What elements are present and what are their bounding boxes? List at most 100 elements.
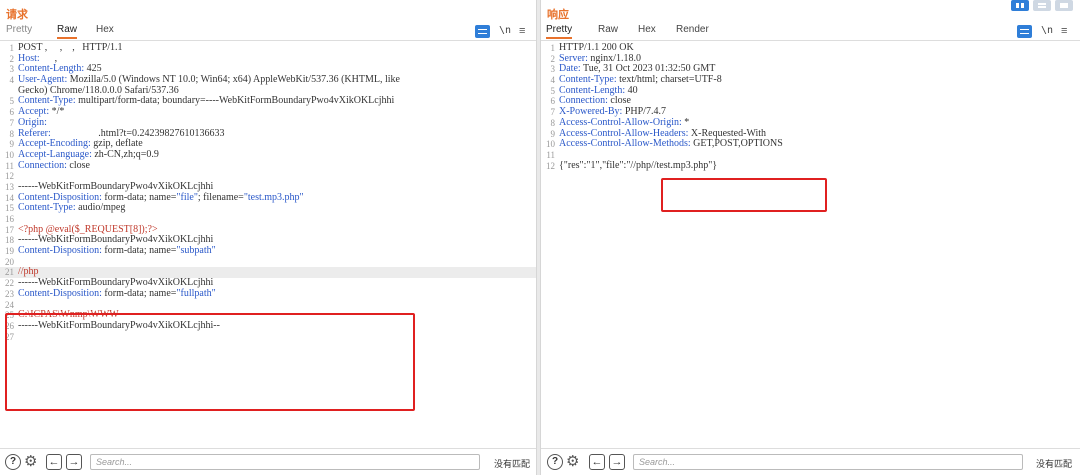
newline-toggle-icon[interactable]: \n xyxy=(499,25,511,36)
code-line: 20 xyxy=(0,257,536,268)
layout-stack-icon[interactable] xyxy=(1033,0,1051,11)
menu-icon[interactable]: ≡ xyxy=(1061,25,1067,37)
line-number: 7 xyxy=(9,117,15,128)
response-pane: 响应 Pretty Raw Hex Render \n ≡ 1 HTTP/1.1 … xyxy=(541,0,1080,475)
request-editor[interactable]: 1 POST , , , HTTP/1.1 2 Host: , 3 Content-Le… xyxy=(0,42,536,342)
response-editor[interactable]: 1 HTTP/1.1 200 OK 2 Server: nginx/1.18.0 3 Da… xyxy=(541,42,1080,171)
code-token: nginx/1.18.0 xyxy=(590,52,641,64)
code-token: ------WebKitFormBoundaryPwo4vXikOKLcjhhi xyxy=(18,180,214,192)
code-line: 5 Content-Type: multipart/form-data; boun… xyxy=(0,96,536,107)
search-input[interactable]: Search... xyxy=(633,454,1023,470)
code-token: */* xyxy=(51,106,65,118)
line-number: 10 xyxy=(5,149,14,160)
code-token: ; filename= xyxy=(197,191,244,203)
tab-hex[interactable]: Hex xyxy=(638,24,656,35)
line-number: 1 xyxy=(550,43,556,53)
line-number: 11 xyxy=(546,149,555,160)
line-number: 1 xyxy=(9,43,15,53)
prev-arrow-icon[interactable]: ← xyxy=(589,454,605,470)
line-number: 4 xyxy=(9,75,15,86)
code-token: gzip, deflate xyxy=(93,138,143,150)
gear-icon[interactable]: ⚙ xyxy=(566,453,579,471)
code-line: 23 Content-Disposition: form-data; name="… xyxy=(0,287,536,300)
search-input[interactable]: Search... xyxy=(90,454,480,470)
code-token: "test.mp3.php" xyxy=(243,191,304,203)
line-number: 6 xyxy=(550,96,556,107)
next-arrow-icon[interactable]: → xyxy=(609,454,625,470)
code-token: Date: xyxy=(559,63,583,75)
code-token: GET,POST,OPTIONS xyxy=(693,138,783,150)
line-number: 16 xyxy=(5,214,14,224)
help-icon[interactable]: ? xyxy=(547,454,563,470)
code-token: 425 xyxy=(86,63,102,75)
line-number: 23 xyxy=(5,288,14,299)
newline-toggle-icon[interactable]: \n xyxy=(1041,25,1053,36)
match-status: 没有匹配 xyxy=(1036,459,1073,469)
code-token: Gecko) Chrome/118.0.0.0 Safari/537.36 xyxy=(18,84,179,96)
code-token: X-Powered-By: xyxy=(559,106,625,118)
line-number: 11 xyxy=(5,160,14,171)
line-number: 9 xyxy=(550,128,556,139)
code-token: form-data; name= xyxy=(104,287,177,299)
code-line: 10 Access-Control-Allow-Methods: GET,POST… xyxy=(541,138,1080,150)
code-token: , xyxy=(42,52,63,64)
request-toolbar: \n ≡ xyxy=(475,25,535,39)
code-token: Content-Length: xyxy=(18,63,87,75)
line-number: 22 xyxy=(5,278,14,289)
gear-icon[interactable]: ⚙ xyxy=(24,453,37,471)
code-token: form-data; name= xyxy=(104,245,177,257)
code-token: close xyxy=(69,159,90,171)
next-arrow-icon[interactable]: → xyxy=(66,454,82,470)
code-line: 15 Content-Type: audio/mpeg xyxy=(0,202,536,214)
response-tabs: Pretty Raw Hex Render xyxy=(541,24,1080,40)
layout-single-icon[interactable] xyxy=(1055,0,1073,11)
tab-hex[interactable]: Hex xyxy=(96,24,114,35)
code-token: HTTP/1.1 200 OK xyxy=(559,42,634,53)
code-token: ------WebKitFormBoundaryPwo4vXikOKLcjhhi xyxy=(18,277,214,289)
line-number: 7 xyxy=(550,107,556,118)
code-token: audio/mpeg xyxy=(78,202,126,214)
code-token: "file" xyxy=(176,191,198,203)
request-pane: 请求 Pretty Raw Hex \n ≡ 1 POST , , , HTTP/… xyxy=(0,0,536,475)
code-token: Referer: xyxy=(18,127,54,139)
code-token: Connection: xyxy=(559,95,611,107)
line-number: 2 xyxy=(550,53,556,64)
wrap-lines-icon[interactable] xyxy=(475,25,490,38)
tab-pretty[interactable]: Pretty xyxy=(6,24,32,35)
tab-render[interactable]: Render xyxy=(676,24,709,35)
code-token: X-Requested-With xyxy=(690,127,767,139)
highlight-box-request xyxy=(5,313,415,411)
response-footer: ? ⚙ ← → Search... 没有匹配 xyxy=(541,448,1080,475)
wrap-lines-icon[interactable] xyxy=(1017,25,1032,38)
code-token: .html?t=0.24239827610136633 xyxy=(53,127,225,139)
highlight-box-response xyxy=(661,178,827,212)
code-token: Content-Type: xyxy=(559,74,620,86)
code-token: * xyxy=(684,116,690,128)
line-number: 13 xyxy=(5,181,14,192)
code-token: Host: xyxy=(18,52,43,64)
line-number: 4 xyxy=(550,75,556,86)
code-token: Content-Disposition: xyxy=(18,191,105,203)
code-token: text/html; charset=UTF-8 xyxy=(619,74,722,86)
code-token: zh-CN,zh;q=0.9 xyxy=(94,148,159,160)
line-number: 5 xyxy=(550,85,556,96)
code-line: 11 Connection: close xyxy=(0,159,536,172)
code-line: 1 POST , , , HTTP/1.1 xyxy=(0,42,536,54)
line-number: 3 xyxy=(550,64,556,75)
prev-arrow-icon[interactable]: ← xyxy=(46,454,62,470)
code-token: multipart/form-data; boundary=----WebKit… xyxy=(78,95,395,107)
code-token: //php xyxy=(18,266,39,278)
tab-raw[interactable]: Raw xyxy=(598,24,618,35)
code-token: PHP/7.4.7 xyxy=(624,106,666,118)
help-icon[interactable]: ? xyxy=(5,454,21,470)
line-number: 3 xyxy=(9,64,15,75)
tab-divider xyxy=(541,40,1080,41)
layout-split-icon[interactable] xyxy=(1011,0,1029,11)
code-token: Server: xyxy=(559,52,591,64)
request-footer: ? ⚙ ← → Search... 没有匹配 xyxy=(0,448,536,475)
code-token: form-data; name= xyxy=(104,191,177,203)
tab-raw[interactable]: Raw xyxy=(57,24,78,39)
code-token: Accept-Language: xyxy=(18,148,95,160)
tab-pretty[interactable]: Pretty xyxy=(546,24,573,39)
menu-icon[interactable]: ≡ xyxy=(519,25,525,37)
